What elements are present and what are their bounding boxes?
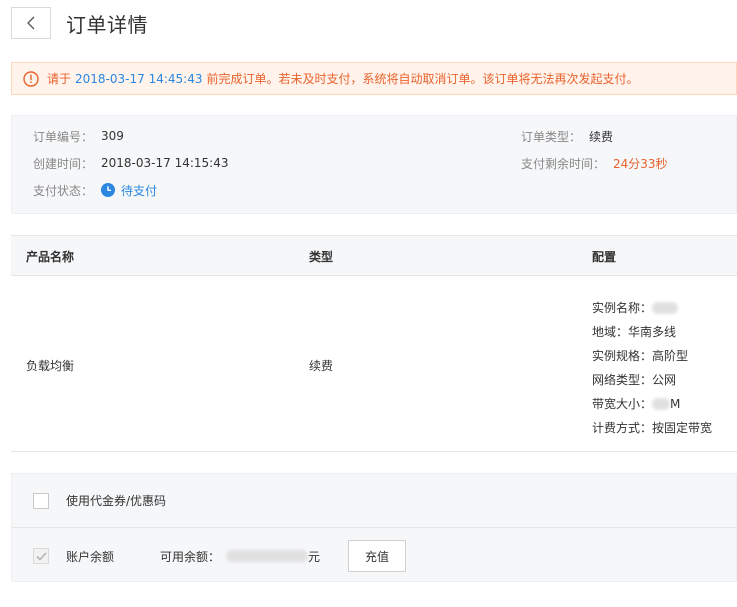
product-type-cell: 续费: [309, 359, 334, 373]
created-time-row: 创建时间： 2018-03-17 14:15:43: [33, 154, 228, 172]
order-number-value: 309: [101, 129, 124, 143]
spec-label: 地域：: [592, 325, 629, 339]
balance-checkbox[interactable]: [33, 548, 49, 564]
spec-label: 带宽大小：: [592, 397, 653, 411]
divider: [12, 527, 736, 528]
remaining-time-label: 支付剩余时间：: [521, 156, 606, 171]
page-title: 订单详情: [66, 12, 148, 37]
payment-deadline-alert: 请于 2018-03-17 14:45:43 前完成订单。若未及时支付，系统将自…: [11, 62, 737, 95]
coupon-row: 使用代金券/优惠码: [12, 492, 736, 509]
spec-region: 地域： 华南多线: [592, 320, 712, 344]
redacted-balance-value: [226, 550, 309, 562]
payment-status-text: 待支付: [121, 183, 158, 198]
column-config: 配置: [592, 250, 617, 264]
order-type-row: 订单类型： 续费: [521, 127, 613, 145]
config-list: 实例名称： 地域： 华南多线 实例规格： 高阶型 网络类型： 公网 带宽大小： …: [592, 296, 712, 440]
back-button[interactable]: [11, 7, 51, 39]
table-header: 产品名称 类型 配置: [11, 236, 737, 276]
coupon-checkbox[interactable]: [33, 492, 49, 509]
table-row: 负载均衡 续费 实例名称： 地域： 华南多线 实例规格： 高阶型 网络类型： 公…: [11, 276, 737, 452]
spec-label: 实例规格：: [592, 349, 653, 363]
remaining-time-value: 24分33秒: [613, 156, 668, 171]
order-type-value: 续费: [589, 129, 614, 144]
recharge-button[interactable]: 充值: [348, 540, 407, 572]
spec-bandwidth: 带宽大小： M: [592, 392, 712, 416]
payment-status-row: 支付状态： 待支付: [33, 181, 157, 199]
spec-value: 高阶型: [652, 349, 689, 363]
order-info-panel: 订单编号： 309 创建时间： 2018-03-17 14:15:43 支付状态…: [11, 115, 737, 214]
spec-instance-name: 实例名称：: [592, 296, 712, 320]
check-icon: [35, 551, 47, 561]
order-number-label: 订单编号：: [33, 129, 94, 144]
order-type-label: 订单类型：: [521, 129, 582, 144]
spec-value: 华南多线: [628, 325, 677, 339]
redacted-value: [652, 302, 679, 314]
spec-billing-method: 计费方式： 按固定带宽: [592, 416, 712, 440]
currency-unit: 元: [308, 549, 321, 564]
column-type: 类型: [309, 250, 334, 264]
spec-network-type: 网络类型： 公网: [592, 368, 712, 392]
alert-message: 前完成订单。若未及时支付，系统将自动取消订单。该订单将无法再次发起支付。: [206, 72, 639, 86]
spec-label: 网络类型：: [592, 373, 653, 387]
order-number-row: 订单编号： 309: [33, 127, 124, 145]
spec-value: 按固定带宽: [652, 421, 713, 435]
warning-circle-icon: [23, 70, 39, 87]
product-table: 产品名称 类型 配置 负载均衡 续费 实例名称： 地域： 华南多线 实例规格： …: [11, 235, 737, 452]
column-product-name: 产品名称: [26, 250, 75, 264]
spec-label: 计费方式：: [592, 421, 653, 435]
coupon-label: 使用代金券/优惠码: [66, 494, 167, 508]
payment-status-label: 支付状态：: [33, 183, 94, 198]
created-time-value: 2018-03-17 14:15:43: [101, 156, 229, 170]
spec-value: M: [670, 397, 681, 411]
spec-instance-size: 实例规格： 高阶型: [592, 344, 712, 368]
product-name-cell: 负载均衡: [26, 359, 75, 373]
created-time-label: 创建时间：: [33, 156, 94, 171]
redacted-value: [652, 398, 671, 410]
chevron-left-icon: [27, 16, 35, 30]
balance-row: 账户余额 可用余额： 元 充值: [12, 540, 736, 572]
remaining-time-row: 支付剩余时间： 24分33秒: [521, 154, 668, 172]
page-header: 订单详情: [11, 7, 148, 39]
alert-prefix: 请于: [47, 72, 72, 86]
spec-label: 实例名称：: [592, 301, 653, 315]
payment-status-value: 待支付: [101, 182, 157, 199]
alert-deadline: 2018-03-17 14:45:43: [75, 71, 203, 86]
available-balance-label: 可用余额：: [160, 549, 221, 564]
spec-value: 公网: [652, 373, 677, 387]
balance-label: 账户余额: [66, 549, 115, 564]
payment-options-panel: 使用代金券/优惠码 账户余额 可用余额： 元 充值: [11, 473, 737, 582]
clock-icon: [101, 183, 116, 197]
